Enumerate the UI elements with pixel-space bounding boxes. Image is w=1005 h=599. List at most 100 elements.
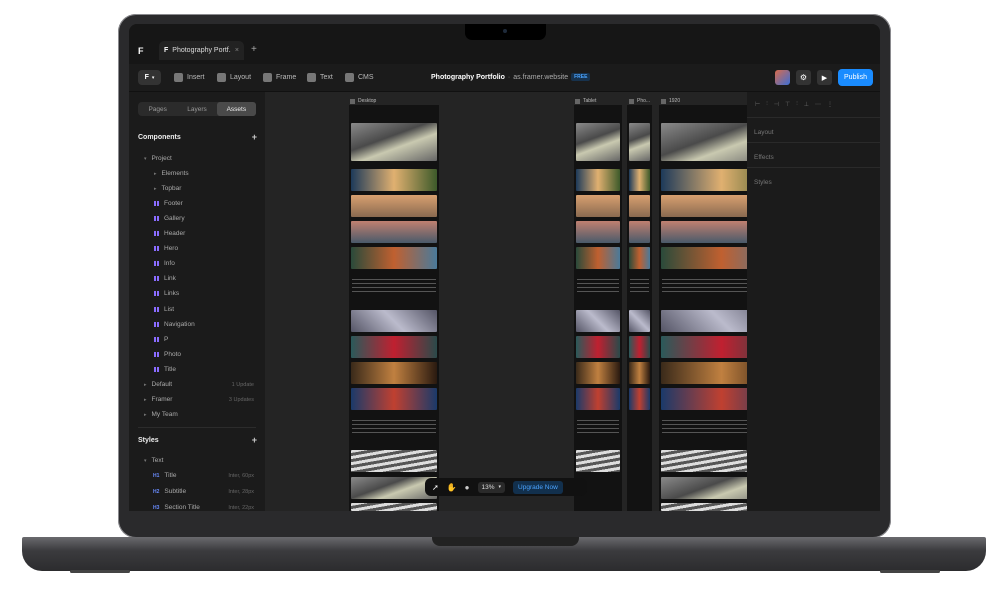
tab-assets[interactable]: Assets bbox=[216, 102, 256, 116]
distribute-v-icon[interactable]: ⋮ bbox=[827, 101, 833, 108]
component-icon bbox=[154, 337, 159, 342]
component-navigation[interactable]: Navigation bbox=[154, 321, 195, 328]
divider bbox=[138, 427, 256, 428]
component-icon bbox=[154, 307, 159, 312]
component-p[interactable]: P bbox=[154, 336, 168, 343]
group-framer[interactable]: ▸ Framer bbox=[144, 396, 172, 403]
pointer-icon[interactable]: ➚ bbox=[432, 483, 439, 492]
tree-item-label: Navigation bbox=[164, 321, 195, 328]
tree-project[interactable]: ▾ Project bbox=[144, 155, 172, 162]
component-icon bbox=[154, 367, 159, 372]
component-info[interactable]: Info bbox=[154, 260, 175, 267]
align-left-icon[interactable]: ⊢ bbox=[755, 101, 760, 108]
style-subtitle[interactable]: H2 Subtitle bbox=[153, 488, 186, 495]
tab-pages[interactable]: Pages bbox=[138, 102, 177, 116]
group-label: Default bbox=[151, 381, 173, 388]
publish-button[interactable]: Publish bbox=[838, 69, 873, 86]
component-title[interactable]: Title bbox=[154, 366, 176, 373]
tree-elements[interactable]: ▸ Elements bbox=[154, 170, 189, 177]
frame-button[interactable]: Frame bbox=[263, 73, 296, 82]
align-center-h-icon[interactable]: ⫶ bbox=[766, 101, 768, 108]
main-menu-button[interactable]: F ▾ bbox=[138, 70, 161, 85]
component-photo[interactable]: Photo bbox=[154, 351, 181, 358]
canvas-toolbar: ➚ ✋ ● 13% ▾ Upgrade Now bbox=[425, 478, 587, 496]
tree-text[interactable]: ▾ Text bbox=[144, 457, 163, 464]
component-icon bbox=[154, 276, 159, 281]
close-icon[interactable]: × bbox=[235, 47, 239, 54]
toolbar: F ▾ Insert Layout Frame Text CMS Photogra… bbox=[129, 64, 880, 92]
align-right-icon[interactable]: ⊣ bbox=[774, 101, 779, 108]
photo-stairs bbox=[629, 388, 650, 410]
zoom-select[interactable]: 13% ▾ bbox=[477, 481, 506, 493]
group-meta: 3 Updates bbox=[228, 397, 254, 403]
framer-logo-icon[interactable]: F bbox=[138, 46, 144, 56]
frame-label-phone[interactable]: Pho... bbox=[629, 97, 650, 105]
tab-photography[interactable]: F Photography Portf. × bbox=[159, 41, 244, 60]
component-list[interactable]: List bbox=[154, 306, 174, 313]
align-top-icon[interactable]: ⊤ bbox=[785, 101, 790, 108]
settings-gear-icon[interactable]: ⚙ bbox=[796, 70, 811, 85]
component-links[interactable]: Links bbox=[154, 290, 179, 297]
add-style-icon[interactable]: + bbox=[252, 435, 257, 445]
plan-badge: FREE bbox=[571, 73, 591, 81]
tab-layers[interactable]: Layers bbox=[177, 102, 216, 116]
frame-label-desktop[interactable]: Desktop bbox=[350, 97, 376, 105]
project-title-area[interactable]: Photography Portfolio · as.framer.websit… bbox=[431, 73, 591, 81]
effects-section-label[interactable]: Effects bbox=[754, 154, 774, 161]
laptop-base-notch bbox=[432, 537, 579, 546]
component-hero[interactable]: Hero bbox=[154, 245, 178, 252]
photo-city bbox=[351, 195, 437, 217]
photo-skyline bbox=[351, 221, 437, 243]
component-footer[interactable]: Footer bbox=[154, 200, 183, 207]
text-block bbox=[630, 279, 649, 293]
style-tag: H2 bbox=[153, 488, 160, 495]
photo-houses bbox=[629, 169, 650, 191]
layout-section-label[interactable]: Layout bbox=[754, 129, 774, 136]
component-header[interactable]: Header bbox=[154, 230, 185, 237]
photo-bridge bbox=[576, 247, 620, 269]
app-window: F F Photography Portf. × + F ▾ Insert Lay… bbox=[129, 24, 880, 511]
frame-phone[interactable] bbox=[627, 105, 652, 511]
frame-label-1920[interactable]: 1920 bbox=[661, 97, 680, 105]
align-center-v-icon[interactable]: ⫶ bbox=[796, 101, 798, 108]
tree-item-label: P bbox=[164, 336, 169, 343]
panel-tabs: Pages Layers Assets bbox=[138, 102, 256, 116]
frame-icon bbox=[350, 98, 355, 104]
preview-play-icon[interactable]: ▶ bbox=[817, 70, 832, 85]
tree-item-label: Link bbox=[164, 275, 176, 282]
frame-icon bbox=[575, 98, 580, 104]
group-my-team[interactable]: ▸ My Team bbox=[144, 411, 178, 418]
comment-icon[interactable]: ● bbox=[465, 483, 470, 492]
component-link[interactable]: Link bbox=[154, 275, 176, 282]
new-tab-icon[interactable]: + bbox=[251, 44, 257, 55]
component-gallery[interactable]: Gallery bbox=[154, 215, 185, 222]
style-title[interactable]: H1 Title bbox=[153, 472, 176, 479]
text-button[interactable]: Text bbox=[307, 73, 333, 82]
canvas[interactable]: Desktop Tablet Pho... 1920 bbox=[265, 92, 784, 511]
tree-topbar[interactable]: ▸ Topbar bbox=[154, 185, 181, 192]
layout-label: Layout bbox=[230, 74, 252, 81]
align-bottom-icon[interactable]: ⊥ bbox=[804, 101, 809, 108]
photo-street bbox=[629, 123, 650, 161]
photo-stairs bbox=[351, 388, 437, 410]
layout-button[interactable]: Layout bbox=[217, 73, 251, 82]
frame-tablet[interactable] bbox=[574, 105, 622, 511]
distribute-h-icon[interactable]: ⋯ bbox=[815, 101, 821, 108]
frame-desktop[interactable] bbox=[349, 105, 439, 511]
plus-icon bbox=[174, 73, 183, 82]
frame-label-tablet[interactable]: Tablet bbox=[575, 97, 596, 105]
styles-section-label[interactable]: Styles bbox=[754, 179, 772, 186]
add-component-icon[interactable]: + bbox=[252, 132, 257, 142]
upgrade-button[interactable]: Upgrade Now bbox=[513, 480, 563, 494]
group-default[interactable]: ▸ Default bbox=[144, 381, 172, 388]
component-icon bbox=[154, 201, 159, 206]
insert-button[interactable]: Insert bbox=[174, 73, 205, 82]
style-section-title[interactable]: H3 Section Title bbox=[153, 504, 200, 511]
cms-button[interactable]: CMS bbox=[345, 73, 374, 82]
style-meta: Inter, 28px bbox=[228, 489, 254, 495]
photo-crosswalk bbox=[576, 450, 620, 472]
left-panel: Pages Layers Assets Components + ▾ Projec… bbox=[129, 92, 265, 511]
tree-text-label: Text bbox=[151, 457, 164, 464]
avatar[interactable] bbox=[775, 70, 790, 85]
hand-icon[interactable]: ✋ bbox=[447, 483, 457, 492]
